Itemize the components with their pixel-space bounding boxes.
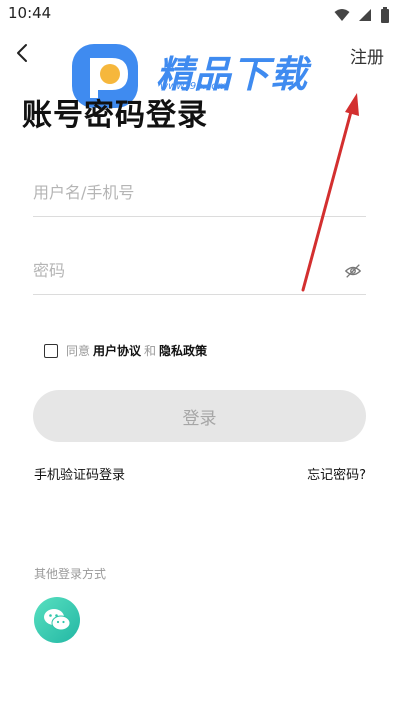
agree-prefix: 同意 — [66, 344, 91, 358]
agree-and: 和 — [144, 344, 157, 358]
status-time: 10:44 — [8, 4, 52, 22]
wechat-login-button[interactable] — [34, 597, 80, 643]
wifi-icon — [334, 9, 350, 21]
battery-icon — [381, 7, 389, 23]
agreement-row: 同意 用户协议 和 隐私政策 — [44, 342, 210, 359]
signal-icon — [359, 9, 371, 21]
username-input[interactable] — [33, 170, 323, 214]
eye-off-icon[interactable] — [344, 262, 362, 280]
register-link[interactable]: 注册 — [350, 43, 384, 68]
back-button[interactable] — [10, 40, 36, 66]
password-input[interactable] — [33, 248, 323, 292]
password-field — [33, 248, 366, 295]
wechat-icon — [44, 609, 71, 631]
status-icons — [334, 7, 390, 23]
privacy-policy-link[interactable]: 隐私政策 — [159, 342, 207, 359]
agree-checkbox[interactable] — [44, 343, 58, 358]
status-bar: 10:44 — [0, 0, 400, 30]
page-title: 账号密码登录 — [22, 98, 208, 133]
user-agreement-link[interactable]: 用户协议 — [93, 342, 141, 359]
username-field — [33, 170, 366, 217]
sms-login-link[interactable]: 手机验证码登录 — [34, 464, 125, 483]
login-button[interactable]: 登录 — [33, 390, 366, 442]
other-login-title: 其他登录方式 — [34, 567, 107, 581]
forgot-password-link[interactable]: 忘记密码? — [307, 464, 366, 483]
